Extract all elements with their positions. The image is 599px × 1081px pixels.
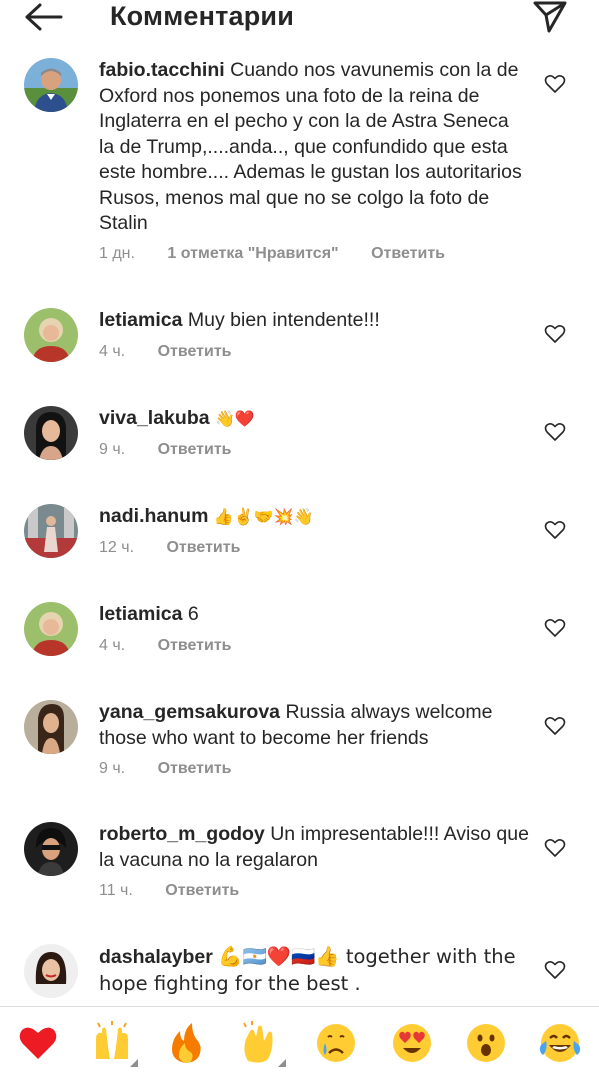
- comment-time: 12 ч.: [99, 539, 135, 556]
- avatar[interactable]: [24, 602, 78, 656]
- comment-text: 👍✌️🤝💥👋: [213, 507, 314, 526]
- like-heart-icon[interactable]: [544, 74, 566, 94]
- comment-time: 1 дн.: [99, 245, 135, 262]
- comment-time: 9 ч.: [99, 441, 126, 458]
- comment-time: 11 ч.: [99, 882, 133, 899]
- reply-button[interactable]: Ответить: [158, 441, 232, 458]
- comment-username[interactable]: dashalayber: [99, 946, 213, 968]
- comment-meta: 9 ч. Ответить: [99, 760, 260, 778]
- tears-of-joy-face-icon[interactable]: [538, 1021, 582, 1065]
- avatar[interactable]: [24, 944, 78, 998]
- comment-text: 6: [187, 603, 199, 625]
- clapping-hands-icon[interactable]: [238, 1021, 286, 1067]
- page-title: Комментарии: [110, 1, 295, 31]
- like-heart-icon[interactable]: [544, 960, 566, 980]
- heart-icon[interactable]: [16, 1021, 60, 1065]
- comment-meta: 4 ч. Ответить: [99, 637, 260, 655]
- comment-username[interactable]: viva_lakuba: [99, 407, 210, 429]
- comment-body: fabio.tacchini Cuando nos vavunemis con …: [99, 58, 529, 237]
- like-heart-icon[interactable]: [544, 324, 566, 344]
- avatar[interactable]: [24, 504, 78, 558]
- comment-username[interactable]: letiamica: [99, 309, 182, 331]
- avatar[interactable]: [24, 406, 78, 460]
- avatar[interactable]: [24, 58, 78, 112]
- comment-text: Cuando nos vavunemis con la de Oxford no…: [99, 59, 522, 234]
- comment-time: 4 ч.: [99, 637, 126, 654]
- avatar[interactable]: [24, 822, 78, 876]
- quick-reactions-bar: [0, 1006, 599, 1081]
- comment-meta: 1 дн. 1 отметка "Нравится" Ответить: [99, 245, 473, 263]
- like-heart-icon[interactable]: [544, 838, 566, 858]
- comment-username[interactable]: letiamica: [99, 603, 182, 625]
- reply-button[interactable]: Ответить: [371, 245, 445, 262]
- comment-body: nadi.hanum 👍✌️🤝💥👋: [99, 504, 529, 530]
- reply-button[interactable]: Ответить: [158, 637, 232, 654]
- reply-button[interactable]: Ответить: [158, 343, 232, 360]
- comment-meta: 12 ч. Ответить: [99, 539, 268, 557]
- crying-face-icon[interactable]: [314, 1021, 358, 1065]
- fire-icon[interactable]: [164, 1021, 208, 1065]
- comment-body: letiamica 6: [99, 602, 529, 628]
- comment-text: 👋❤️: [215, 409, 255, 428]
- reply-button[interactable]: Ответить: [165, 882, 239, 899]
- raised-hands-icon[interactable]: [90, 1021, 138, 1067]
- comment-username[interactable]: yana_gemsakurova: [99, 701, 280, 723]
- like-heart-icon[interactable]: [544, 520, 566, 540]
- comment-body: roberto_m_godoy Un impresentable!!! Avis…: [99, 822, 529, 873]
- avatar[interactable]: [24, 700, 78, 754]
- like-heart-icon[interactable]: [544, 618, 566, 638]
- back-arrow-icon[interactable]: [24, 2, 64, 32]
- comment-body: letiamica Muy bien intendente!!!: [99, 308, 529, 334]
- comment-username[interactable]: roberto_m_godoy: [99, 823, 265, 845]
- comment-meta: 9 ч. Ответить: [99, 441, 260, 459]
- comment-body: yana_gemsakurova Russia always welcome t…: [99, 700, 529, 751]
- comment-meta: 4 ч. Ответить: [99, 343, 260, 361]
- comment-username[interactable]: nadi.hanum: [99, 505, 208, 527]
- comment-username[interactable]: fabio.tacchini: [99, 59, 225, 81]
- reply-button[interactable]: Ответить: [158, 760, 232, 777]
- surprised-face-icon[interactable]: [464, 1021, 508, 1065]
- comment-text: Muy bien intendente!!!: [187, 309, 380, 331]
- top-bar: Комментарии: [0, 0, 599, 38]
- like-heart-icon[interactable]: [544, 716, 566, 736]
- avatar[interactable]: [24, 308, 78, 362]
- comment-meta: 11 ч. Ответить: [99, 882, 267, 900]
- send-icon[interactable]: [532, 0, 568, 34]
- comment-time: 4 ч.: [99, 343, 126, 360]
- comment-time: 9 ч.: [99, 760, 126, 777]
- heart-eyes-face-icon[interactable]: [390, 1021, 434, 1065]
- comment-body: viva_lakuba 👋❤️: [99, 406, 529, 432]
- comment-likes[interactable]: 1 отметка "Нравится": [167, 245, 338, 262]
- like-heart-icon[interactable]: [544, 422, 566, 442]
- comment-body: dashalayber 💪🇦🇷❤️🇷🇺👍 together with the h…: [99, 944, 529, 997]
- reply-button[interactable]: Ответить: [166, 539, 240, 556]
